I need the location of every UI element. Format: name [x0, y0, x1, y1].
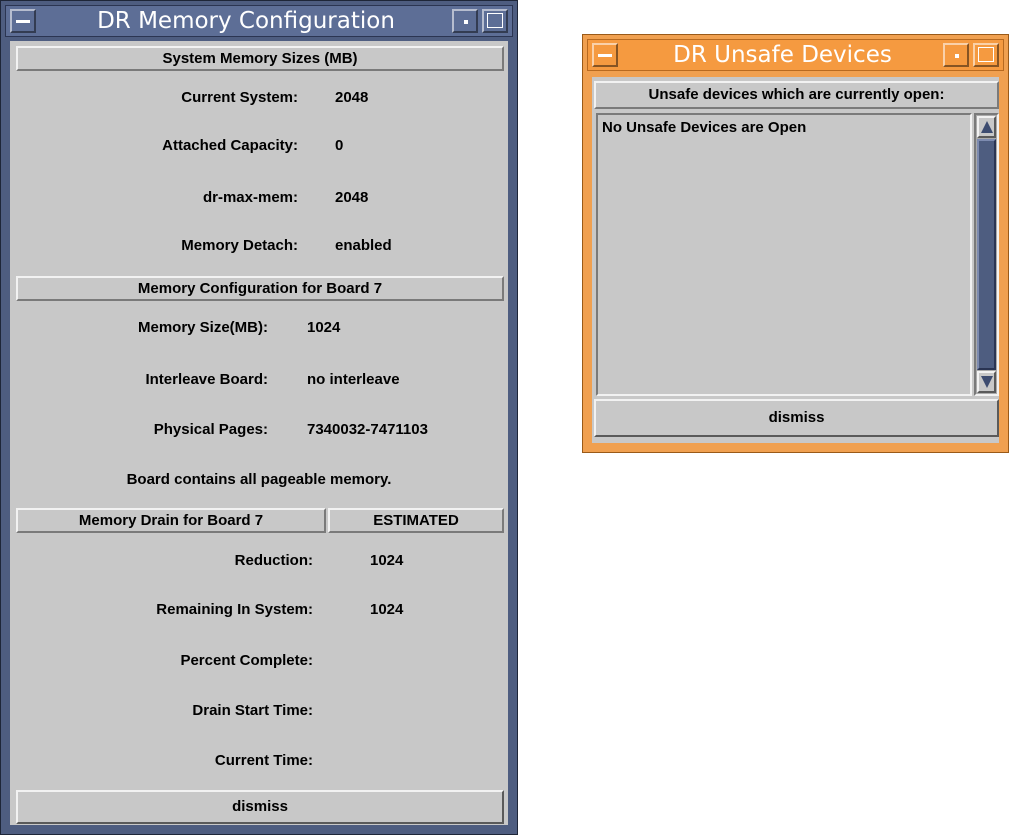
memory-detach-label: Memory Detach:: [181, 237, 298, 254]
window-menu-icon[interactable]: [592, 43, 618, 67]
maximize-icon[interactable]: [482, 9, 508, 33]
dr-max-mem-label: dr-max-mem:: [202, 189, 298, 206]
memory-size-label: Memory Size(MB):: [137, 319, 268, 336]
attached-capacity-value: 0: [335, 137, 344, 154]
unsafe-window-titlebar[interactable]: DR Unsafe Devices: [587, 39, 1004, 71]
current-system-label: Current System:: [181, 89, 298, 106]
memory-config-window: DR Memory Configuration System Memory Si…: [0, 0, 518, 835]
drain-status-header: ESTIMATED: [328, 508, 504, 533]
system-memory-sizes-header: System Memory Sizes (MB): [16, 46, 504, 71]
remaining-in-system-label: Remaining In System:: [156, 601, 313, 618]
scroll-up-arrow-icon[interactable]: [977, 116, 996, 138]
memory-window-titlebar[interactable]: DR Memory Configuration: [5, 5, 513, 37]
minimize-icon[interactable]: [943, 43, 969, 67]
memory-detach-value: enabled: [335, 237, 392, 254]
unsafe-window-title: DR Unsafe Devices: [673, 42, 892, 68]
list-item[interactable]: No Unsafe Devices are Open: [602, 119, 806, 136]
window-menu-icon[interactable]: [10, 9, 36, 33]
current-system-value: 2048: [335, 89, 369, 106]
reduction-label: Reduction:: [234, 552, 313, 569]
maximize-icon[interactable]: [973, 43, 999, 67]
unsafe-dismiss-button[interactable]: dismiss: [594, 399, 999, 437]
unsafe-devices-window: DR Unsafe Devices Unsafe devices which a…: [582, 34, 1009, 453]
drain-start-time-label: Drain Start Time:: [192, 702, 313, 719]
reduction-value: 1024: [370, 552, 404, 569]
unsafe-devices-header: Unsafe devices which are currently open:: [594, 81, 999, 109]
unsafe-devices-list[interactable]: No Unsafe Devices are Open: [596, 113, 972, 396]
physical-pages-label: Physical Pages:: [153, 421, 268, 438]
pageable-memory-note: Board contains all pageable memory.: [126, 471, 392, 488]
unsafe-window-content: Unsafe devices which are currently open:…: [592, 77, 999, 443]
dr-max-mem-value: 2048: [335, 189, 369, 206]
remaining-in-system-value: 1024: [370, 601, 404, 618]
memory-window-content: System Memory Sizes (MB) Current System:…: [10, 41, 508, 825]
physical-pages-value: 7340032-7471103: [307, 421, 428, 438]
scrollbar-thumb[interactable]: [977, 139, 996, 370]
minimize-icon[interactable]: [452, 9, 478, 33]
current-time-label: Current Time:: [214, 752, 313, 769]
memory-drain-header: Memory Drain for Board 7: [16, 508, 326, 533]
scroll-down-arrow-icon[interactable]: [977, 371, 996, 393]
attached-capacity-label: Attached Capacity:: [162, 137, 298, 154]
memory-dismiss-button[interactable]: dismiss: [16, 790, 504, 824]
memory-window-title: DR Memory Configuration: [97, 8, 395, 34]
interleave-board-value: no interleave: [307, 371, 400, 388]
percent-complete-label: Percent Complete:: [180, 652, 313, 669]
board-config-header: Memory Configuration for Board 7: [16, 276, 504, 301]
unsafe-devices-scrollbar[interactable]: [974, 113, 999, 396]
interleave-board-label: Interleave Board:: [145, 371, 268, 388]
memory-size-value: 1024: [307, 319, 341, 336]
